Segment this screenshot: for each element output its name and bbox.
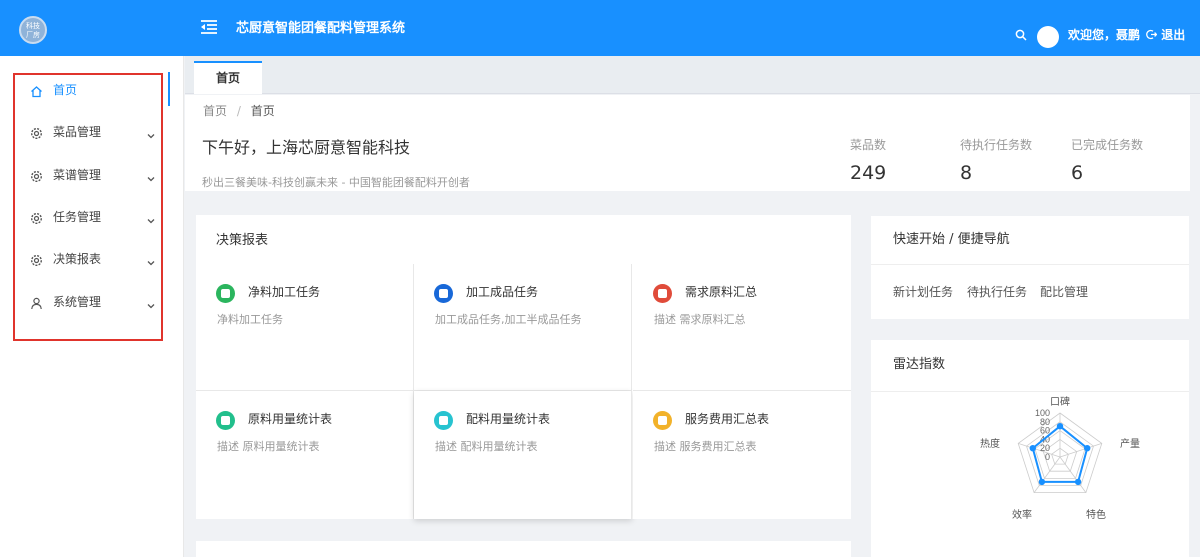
slogan-text: 秒出三餐美味-科技创赢未来 - 中国智能团餐配料开创者: [202, 176, 470, 189]
radar-indicator-label: 产量: [1120, 437, 1140, 450]
divider: [871, 391, 1189, 392]
sidebar-item-label: 首页: [53, 83, 78, 97]
radar-indicator-label: 效率: [1012, 508, 1032, 521]
report-item-service-fee[interactable]: 服务费用汇总表 描述 服务费用汇总表: [633, 391, 851, 519]
user-icon: [30, 296, 43, 310]
report-item-desc: 加工成品任务,加工半成品任务: [435, 313, 582, 326]
stat-pending-value: 8: [960, 162, 973, 184]
search-icon[interactable]: [1015, 26, 1027, 41]
clipboard-icon: [216, 284, 235, 303]
report-item-desc: 净料加工任务: [217, 313, 283, 326]
gear-icon: [30, 211, 43, 225]
logo-text: 厂房: [26, 31, 40, 39]
report-item-title: 加工成品任务: [466, 285, 539, 299]
breadcrumb: 首页 / 首页: [203, 103, 275, 119]
chevron-down-icon: [146, 212, 156, 224]
stat-pending-label: 待执行任务数: [960, 138, 1033, 152]
app-title: 芯厨意智能团餐配料管理系统: [236, 21, 406, 36]
sidebar-item-label: 任务管理: [53, 210, 102, 224]
divider: [871, 264, 1189, 265]
sidebar-item-label: 决策报表: [53, 252, 102, 266]
sidebar-scroll-indicator: [168, 72, 170, 106]
quick-link-pending-tasks[interactable]: 待执行任务: [967, 284, 1027, 300]
sidebar-item-label: 菜品管理: [53, 125, 102, 139]
radar-data-point: [1038, 478, 1046, 486]
radar-indicator-label: 热度: [980, 437, 1000, 450]
app-logo: 科技 厂房: [19, 16, 47, 44]
list-icon: [653, 284, 672, 303]
report-card-title: 决策报表: [216, 233, 269, 248]
radar-card-title: 雷达指数: [893, 357, 946, 372]
sidebar-item-decision-reports[interactable]: 决策报表: [30, 249, 158, 269]
tab-bar: [185, 56, 1200, 94]
gear-icon: [30, 126, 43, 140]
report-item-title: 需求原料汇总: [685, 285, 758, 299]
table-icon: [216, 411, 235, 430]
report-item-desc: 描述 服务费用汇总表: [654, 440, 757, 453]
logout-button[interactable]: 退出: [1146, 26, 1185, 44]
bottom-card: [196, 541, 851, 557]
breadcrumb-separator: /: [236, 104, 241, 118]
gear-icon: [30, 169, 43, 183]
stat-dishes-label: 菜品数: [850, 138, 887, 152]
breadcrumb-root[interactable]: 首页: [203, 104, 227, 118]
cube-icon: [434, 411, 453, 430]
chevron-down-icon: [146, 127, 156, 139]
stat-completed-label: 已完成任务数: [1071, 138, 1144, 152]
chevron-down-icon: [146, 297, 156, 309]
report-item-desc: 描述 配料用量统计表: [435, 440, 538, 453]
radar-chart: 100806040200口碑产量特色效率热度: [980, 395, 1140, 521]
report-item-title: 净料加工任务: [248, 285, 321, 299]
chevron-down-icon: [146, 170, 156, 182]
radar-data-point: [1084, 445, 1091, 452]
sidebar-item-recipe-management[interactable]: 菜谱管理: [30, 165, 158, 185]
logout-label: 退出: [1161, 28, 1186, 42]
quick-link-ratio-management[interactable]: 配比管理: [1040, 284, 1088, 300]
report-item-material-usage[interactable]: 原料用量统计表 描述 原料用量统计表: [196, 391, 414, 519]
chevron-down-icon: [146, 254, 156, 266]
greeting-title: 下午好，上海芯厨意智能科技: [202, 138, 411, 157]
logout-icon: [1146, 28, 1161, 42]
quick-nav-title: 快速开始 / 便捷导航: [893, 232, 1010, 247]
gear-icon: [30, 253, 43, 267]
document-icon: [434, 284, 453, 303]
stat-completed-value: 6: [1071, 162, 1084, 184]
stat-dishes-value: 249: [850, 162, 887, 184]
tab-home[interactable]: 首页: [194, 61, 262, 94]
sidebar-item-label: 系统管理: [53, 295, 102, 309]
report-item-title: 原料用量统计表: [248, 412, 333, 426]
menu-toggle-icon[interactable]: [199, 17, 219, 37]
report-item-title: 服务费用汇总表: [685, 412, 770, 426]
sidebar-item-task-management[interactable]: 任务管理: [30, 207, 158, 227]
report-item-material-demand[interactable]: 需求原料汇总 描述 需求原料汇总: [633, 264, 851, 391]
report-item-net-processing[interactable]: 净料加工任务 净料加工任务: [196, 264, 414, 391]
report-grid: 净料加工任务 净料加工任务 加工成品任务 加工成品任务,加工半成品任务 需求原料…: [196, 264, 851, 519]
sidebar-item-system-management[interactable]: 系统管理: [30, 292, 158, 312]
report-item-title: 配料用量统计表: [466, 412, 551, 426]
quick-link-new-plan[interactable]: 新计划任务: [893, 284, 953, 300]
sidebar-item-label: 菜谱管理: [53, 168, 102, 182]
report-item-finished-processing[interactable]: 加工成品任务 加工成品任务,加工半成品任务: [414, 264, 632, 391]
radar-indicator-label: 特色: [1086, 508, 1106, 521]
welcome-text: 欢迎您，聂鹏: [1068, 28, 1141, 42]
breadcrumb-current: 首页: [250, 104, 275, 118]
radar-data-point: [1056, 423, 1064, 430]
sidebar-item-dish-management[interactable]: 菜品管理: [30, 122, 158, 142]
sidebar-item-home[interactable]: 首页: [30, 80, 158, 100]
report-item-ingredient-usage[interactable]: 配料用量统计表 描述 配料用量统计表: [414, 391, 632, 519]
radar-tick-label: 0: [1045, 452, 1050, 462]
money-bag-icon: [653, 411, 672, 430]
radar-data-point: [1074, 478, 1082, 486]
radar-indicator-label: 口碑: [1050, 395, 1070, 408]
user-avatar[interactable]: [1037, 26, 1059, 48]
logo-text: 科技: [26, 22, 40, 30]
report-item-desc: 描述 需求原料汇总: [654, 313, 746, 326]
report-item-desc: 描述 原料用量统计表: [217, 440, 320, 453]
radar-data-point: [1029, 445, 1036, 452]
home-icon: [30, 84, 43, 98]
